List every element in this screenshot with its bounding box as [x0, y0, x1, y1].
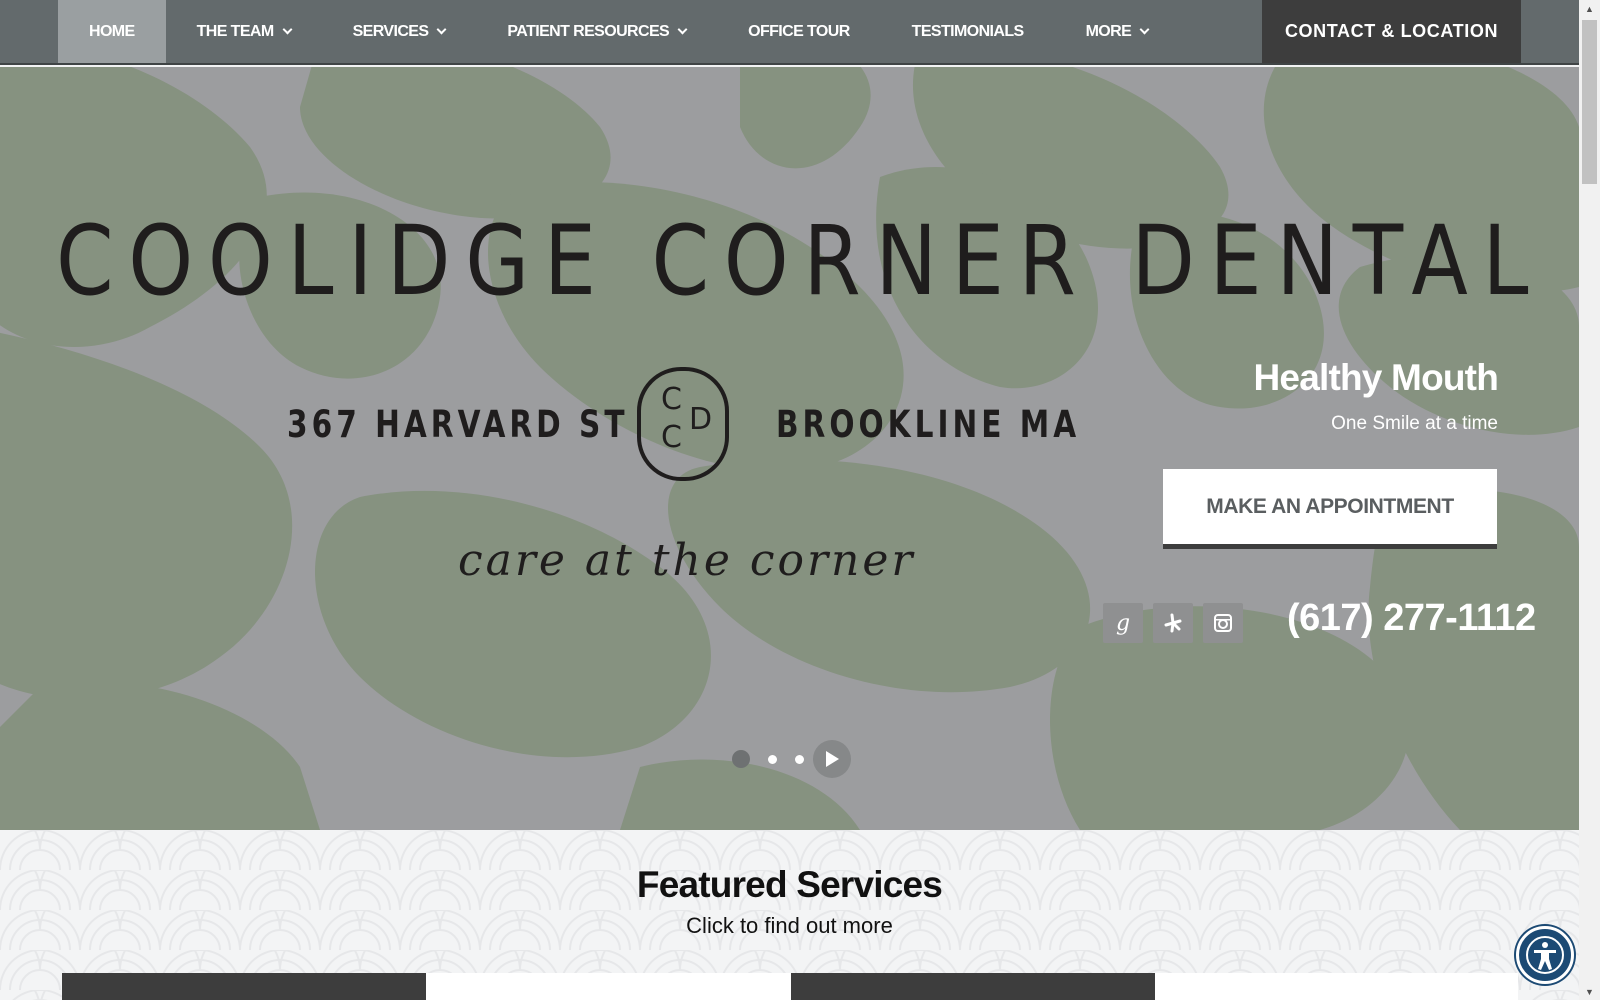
- accessibility-button[interactable]: [1516, 926, 1574, 984]
- nav-item-testimonials[interactable]: TESTIMONIALS: [881, 0, 1055, 63]
- ccd-monogram-logo: C C D: [637, 367, 729, 481]
- logo-letter: D: [689, 402, 713, 437]
- scroll-down-arrow-icon[interactable]: ▼: [1579, 983, 1600, 1000]
- featured-services-section: Featured Services Click to find out more: [0, 830, 1579, 1000]
- logo-letter: C: [661, 382, 682, 417]
- nav-item-label: THE TEAM: [196, 22, 275, 40]
- accessibility-icon: [1526, 936, 1564, 974]
- scroll-thumb[interactable]: [1582, 20, 1597, 184]
- featured-services-title: Featured Services: [636, 864, 943, 905]
- logo-letter: C: [661, 420, 682, 455]
- tagline-script: care at the corner: [458, 535, 916, 586]
- page-scrollbar[interactable]: ▲ ▼: [1579, 0, 1600, 1000]
- scroll-up-arrow-icon[interactable]: ▲: [1579, 0, 1600, 17]
- phone-number[interactable]: (617) 277-1112: [1287, 597, 1536, 640]
- make-appointment-button[interactable]: MAKE AN APPOINTMENT: [1163, 469, 1497, 549]
- nav-menu: HOME THE TEAM SERVICES PATIENT RESOURCES OFF…: [58, 0, 1179, 63]
- instagram-icon[interactable]: [1203, 603, 1243, 643]
- chevron-down-icon: [1139, 24, 1150, 34]
- chevron-down-icon: [436, 24, 447, 34]
- nav-item-label: SERVICES: [352, 22, 429, 40]
- hero-slider: COOLIDGE CORNER DENTAL 367 HARVARD ST C …: [0, 67, 1579, 830]
- nav-item-label: HOME: [89, 22, 135, 40]
- nav-item-patient-resources[interactable]: PATIENT RESOURCES: [476, 0, 717, 63]
- service-card-4[interactable]: [1155, 973, 1518, 1000]
- nav-item-label: TESTIMONIALS: [911, 22, 1025, 40]
- yelp-icon[interactable]: [1153, 603, 1193, 643]
- hero-heading: Healthy Mouth: [1253, 357, 1499, 398]
- slider-dot[interactable]: [767, 754, 777, 764]
- nav-item-label: PATIENT RESOURCES: [507, 22, 670, 40]
- service-card-2[interactable]: [426, 973, 791, 1000]
- brand-logo-text: COOLIDGE CORNER DENTAL: [56, 205, 1544, 317]
- nav-item-more[interactable]: MORE: [1055, 0, 1180, 63]
- address-text: 367 HARVARD ST: [287, 403, 629, 446]
- slider-play-button[interactable]: [813, 740, 851, 778]
- nav-item-the-team[interactable]: THE TEAM: [166, 0, 322, 63]
- city-text: BROOKLINE MA: [776, 403, 1081, 446]
- slider-dot[interactable]: [732, 750, 750, 768]
- chevron-down-icon: [677, 24, 688, 34]
- nav-item-services[interactable]: SERVICES: [322, 0, 477, 63]
- slider-dot[interactable]: [794, 754, 804, 764]
- nav-item-home[interactable]: HOME: [58, 0, 166, 63]
- hero-subheading: One Smile at a time: [1331, 413, 1498, 434]
- chevron-down-icon: [282, 24, 293, 34]
- nav-item-office-tour[interactable]: OFFICE TOUR: [717, 0, 881, 63]
- nav-item-label: OFFICE TOUR: [748, 22, 850, 40]
- google-icon[interactable]: g: [1103, 603, 1143, 643]
- play-icon: [826, 751, 839, 767]
- contact-location-button[interactable]: CONTACT & LOCATION: [1262, 0, 1521, 63]
- service-card-1[interactable]: [62, 973, 426, 1000]
- featured-services-subtitle: Click to find out more: [686, 913, 893, 938]
- nav-item-label: MORE: [1085, 22, 1132, 40]
- top-navigation: HOME THE TEAM SERVICES PATIENT RESOURCES OFF…: [0, 0, 1579, 65]
- service-card-3[interactable]: [791, 973, 1155, 1000]
- hero-background-pattern: [0, 67, 1579, 830]
